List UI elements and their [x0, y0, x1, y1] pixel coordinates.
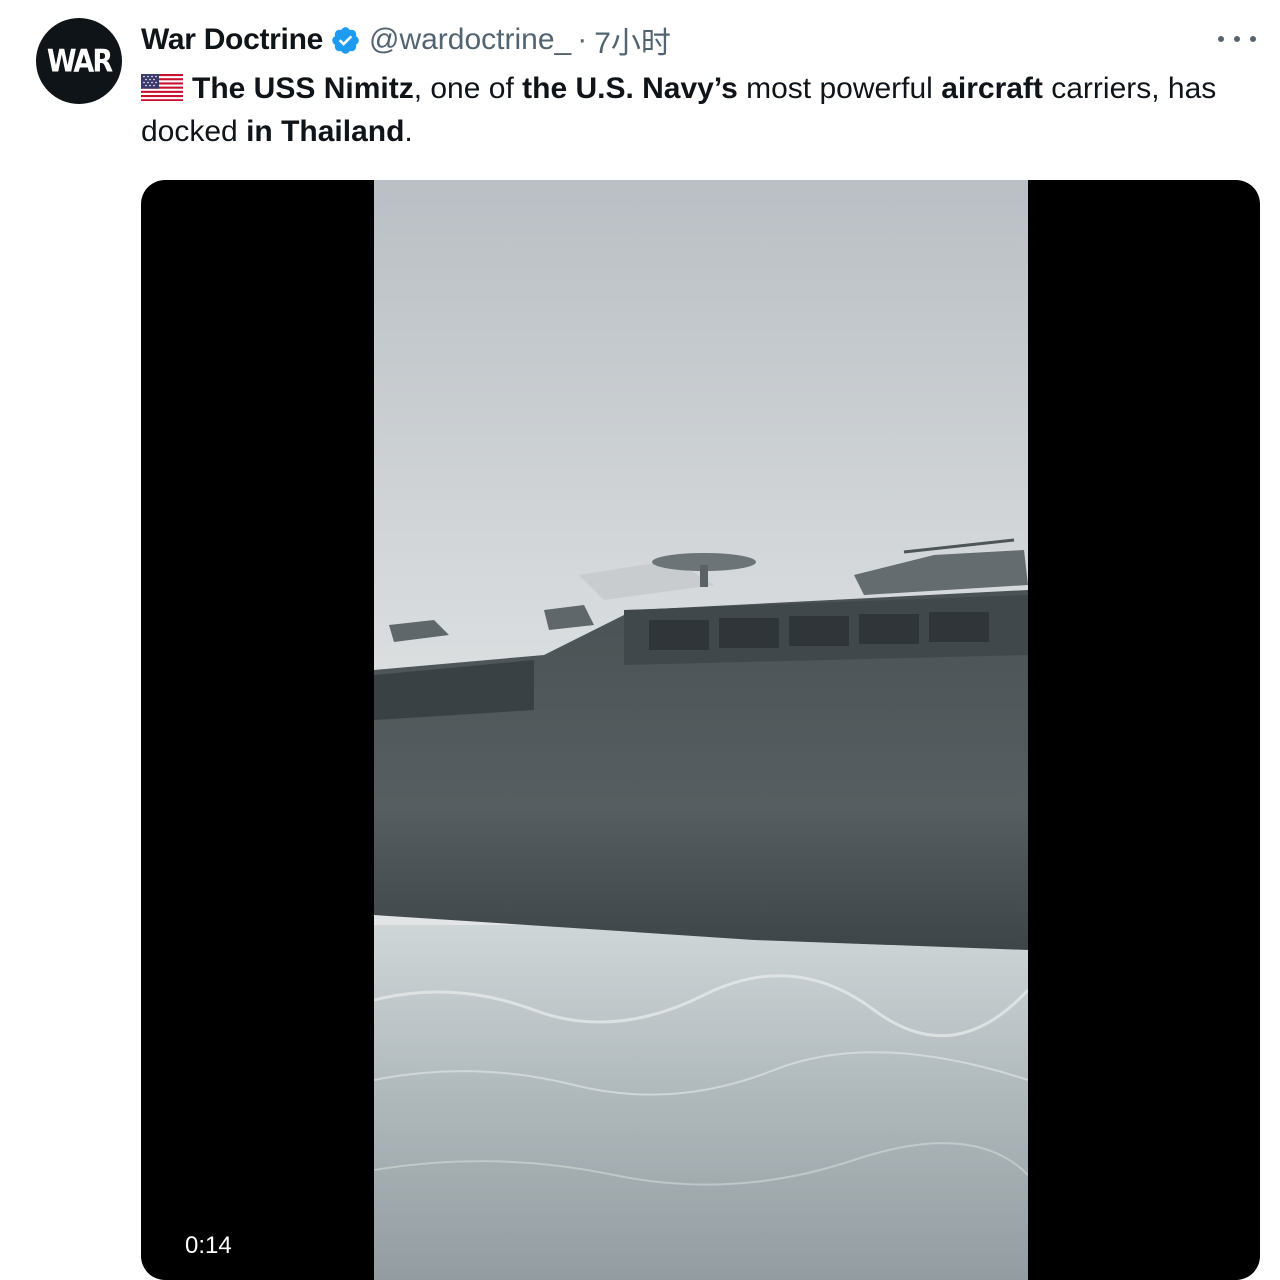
verified-badge-icon[interactable]: [330, 25, 361, 56]
tweet-text-segment: , one of: [413, 72, 523, 105]
author-name[interactable]: War Doctrine: [141, 23, 323, 57]
video-duration: 0:14: [185, 1232, 232, 1259]
tweet-text-segment: The USS Nimitz: [192, 72, 414, 105]
tweet-text: The USS Nimitz, one of the U.S. Navy’s m…: [141, 67, 1266, 153]
avatar-logo-text: WAR: [46, 43, 113, 79]
separator-dot: ·: [577, 23, 588, 56]
tweet-text-segment: the U.S. Navy’s: [522, 72, 738, 105]
tweet-text-segment: .: [404, 115, 413, 148]
us-flag-icon: [141, 74, 183, 101]
video-frame: [374, 180, 1028, 1280]
timestamp[interactable]: 7小时: [594, 18, 671, 62]
tweet-text-segment: most powerful: [737, 72, 942, 105]
tweet-text-segment: aircraft: [941, 72, 1043, 105]
more-options-icon[interactable]: [1218, 26, 1256, 52]
tweet-header: War Doctrine @wardoctrine_ · 7小时: [141, 20, 671, 60]
author-handle[interactable]: @wardoctrine_: [369, 23, 571, 57]
video-player[interactable]: 0:14: [141, 180, 1260, 1280]
avatar[interactable]: WAR: [36, 18, 122, 104]
tweet-text-segment: in Thailand: [246, 115, 405, 148]
